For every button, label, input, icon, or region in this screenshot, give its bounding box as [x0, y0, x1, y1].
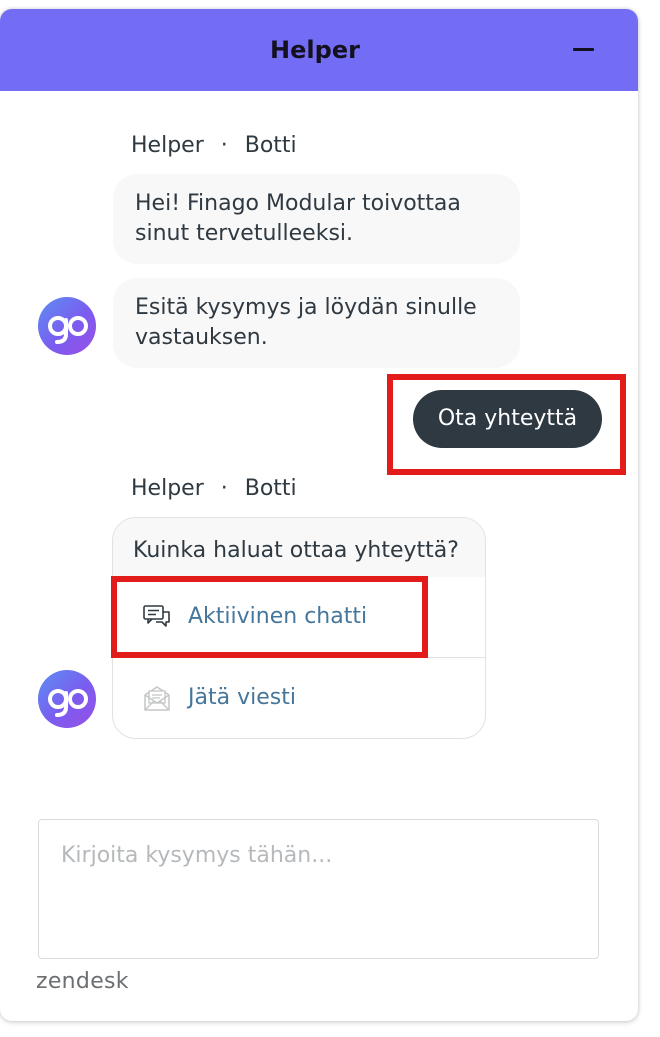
contact-options-card: Kuinka haluat ottaa yhteyttä? Aktiivinen… — [112, 517, 486, 739]
bot-avatar — [38, 297, 96, 355]
bot-avatar — [38, 670, 96, 728]
minimize-icon — [573, 48, 594, 51]
sender-separator: · — [220, 476, 228, 501]
minimize-button[interactable] — [560, 33, 606, 67]
option-label: Aktiivinen chatti — [188, 604, 368, 629]
zendesk-logo[interactable]: zendesk — [36, 969, 129, 994]
option-label: Jätä viesti — [188, 685, 296, 710]
chat-header: Helper — [0, 9, 638, 91]
bot-message-bubble: Esitä kysymys ja löydän sinulle vastauks… — [113, 278, 520, 368]
user-reply-message[interactable]: Ota yhteyttä — [413, 390, 602, 448]
sender-role: Botti — [244, 476, 297, 501]
sender-name: Helper — [131, 476, 204, 501]
option-leave-message[interactable]: Jätä viesti — [113, 658, 485, 738]
sender-label: Helper · Botti — [131, 133, 297, 158]
sender-label: Helper · Botti — [131, 476, 297, 501]
message-input[interactable] — [39, 820, 598, 958]
sender-name: Helper — [131, 133, 204, 158]
option-live-chat[interactable]: Aktiivinen chatti — [113, 577, 485, 658]
bot-message-bubble: Hei! Finago Modular toivottaa sinut terv… — [113, 174, 520, 264]
chat-widget: Helper Helper · Botti Hei! Finago Modula… — [0, 9, 638, 1021]
chat-icon — [143, 605, 170, 627]
options-question: Kuinka haluat ottaa yhteyttä? — [113, 518, 485, 577]
sender-separator: · — [220, 133, 228, 158]
go-logo-icon — [48, 689, 88, 717]
envelope-icon — [144, 686, 170, 711]
sender-role: Botti — [244, 133, 297, 158]
go-logo-icon — [48, 316, 88, 344]
message-composer — [38, 819, 599, 959]
header-title: Helper — [270, 36, 360, 64]
